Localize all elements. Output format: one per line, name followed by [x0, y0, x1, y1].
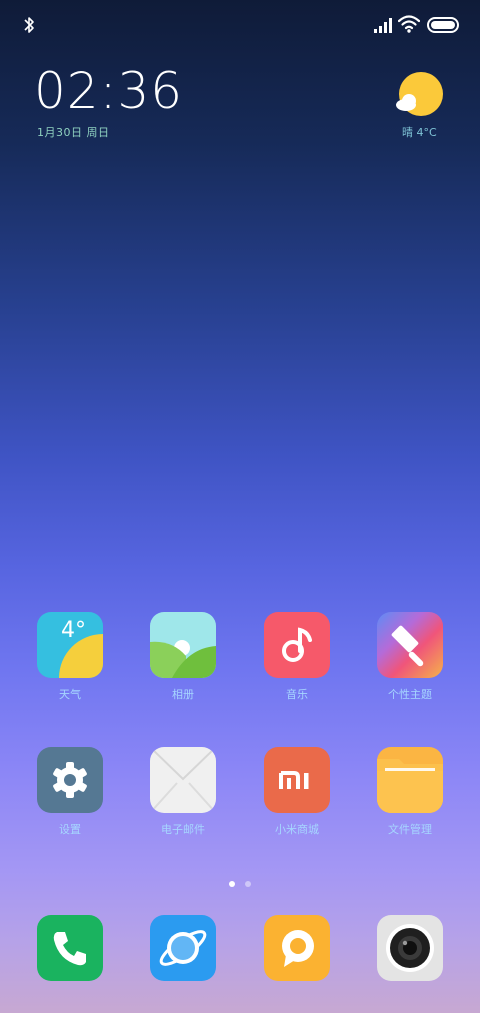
dock-messaging[interactable]	[247, 915, 347, 981]
app-label-mi-store: 小米商城	[275, 823, 319, 836]
music-app-icon	[264, 612, 330, 678]
browser-app-icon	[150, 915, 216, 981]
clock-time[interactable]: 02:36	[34, 62, 183, 120]
dock-camera[interactable]	[360, 915, 460, 981]
dock-phone[interactable]	[20, 915, 120, 981]
page-indicator	[0, 872, 480, 887]
settings-app-icon	[37, 747, 103, 813]
page-dot-1[interactable]	[229, 881, 235, 887]
gallery-app-icon	[150, 612, 216, 678]
app-label-email: 电子邮件	[161, 823, 205, 836]
app-label-gallery: 相册	[172, 688, 194, 701]
app-file-manager[interactable]: 文件管理	[360, 747, 460, 837]
battery-icon	[427, 17, 459, 33]
weather-app-icon: 4°	[37, 612, 103, 678]
themes-app-icon	[377, 612, 443, 678]
app-music[interactable]: 音乐	[247, 612, 347, 702]
file-manager-app-icon	[377, 747, 443, 813]
clock-date: 1月30日 周日	[37, 126, 110, 139]
email-app-icon	[150, 747, 216, 813]
dock-browser[interactable]	[133, 915, 233, 981]
app-themes[interactable]: 个性主题	[360, 612, 460, 702]
app-email[interactable]: 电子邮件	[133, 747, 233, 837]
weather-app-temp: 4°	[61, 618, 86, 643]
mi-store-app-icon	[264, 747, 330, 813]
partly-cloudy-icon[interactable]	[393, 70, 447, 120]
wifi-icon	[398, 15, 420, 33]
page-dot-2[interactable]	[245, 881, 251, 887]
app-weather[interactable]: 4° 天气	[20, 612, 120, 702]
messaging-app-icon	[264, 915, 330, 981]
app-label-weather: 天气	[59, 688, 81, 701]
camera-app-icon	[377, 915, 443, 981]
home-screen: 02:36 1月30日 周日 晴 4°C 4° 天气 相册 音乐 个性主题 设置…	[0, 0, 480, 1013]
app-label-settings: 设置	[59, 823, 81, 836]
app-settings[interactable]: 设置	[20, 747, 120, 837]
app-label-themes: 个性主题	[388, 688, 432, 701]
phone-app-icon	[37, 915, 103, 981]
weather-summary: 晴 4°C	[402, 126, 437, 139]
app-mi-store[interactable]: 小米商城	[247, 747, 347, 837]
cell-signal-icon	[374, 18, 392, 33]
app-label-music: 音乐	[286, 688, 308, 701]
app-gallery[interactable]: 相册	[133, 612, 233, 702]
bluetooth-icon	[24, 17, 34, 33]
status-bar	[0, 0, 480, 48]
app-label-file-manager: 文件管理	[388, 823, 432, 836]
